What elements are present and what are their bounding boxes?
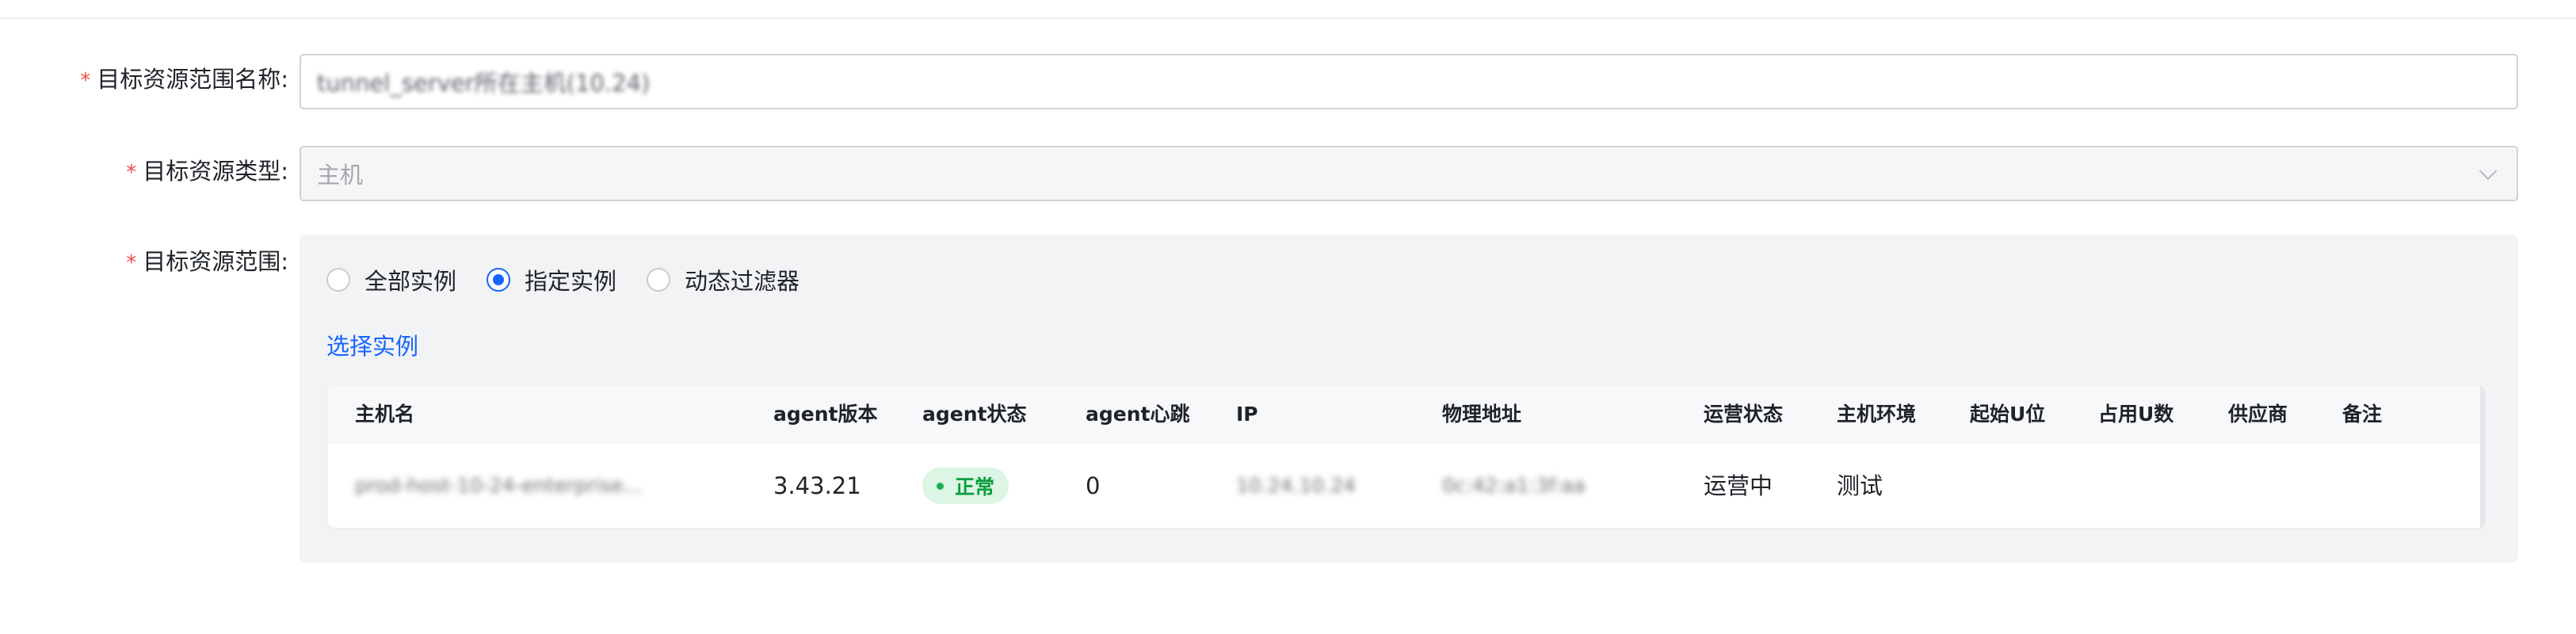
- column-header-agent-heartbeat: agent心跳: [1086, 403, 1190, 426]
- column-header-u-count: 占用U数: [2098, 403, 2174, 426]
- status-badge-text: 正常: [955, 476, 995, 498]
- radio-label: 全部实例: [364, 268, 457, 295]
- top-divider: [0, 17, 2576, 19]
- type-label-text: 目标资源类型:: [143, 158, 288, 185]
- radio-specified-instances[interactable]: 指定实例: [487, 263, 616, 296]
- name-label: * 目标资源范围名称:: [57, 63, 288, 97]
- radio-all-instances[interactable]: 全部实例: [326, 263, 456, 296]
- cell-ip: 10.24.10.24: [1236, 474, 1357, 497]
- radio-circle: [487, 268, 511, 292]
- scope-panel: 全部实例 指定实例 动态过滤器 选择实例 主机名 agent版本 agent状态…: [300, 235, 2518, 563]
- select-instances-link[interactable]: 选择实例: [326, 328, 418, 361]
- required-mark: *: [126, 251, 137, 275]
- column-header-environment: 主机环境: [1837, 403, 1917, 426]
- radio-label: 指定实例: [525, 268, 617, 295]
- scope-radio-group: 全部实例 指定实例 动态过滤器: [326, 263, 830, 296]
- radio-label: 动态过滤器: [685, 268, 800, 295]
- cell-agent-version: 3.43.21: [773, 472, 861, 499]
- column-header-remark: 备注: [2342, 403, 2383, 426]
- cell-ops-status: 运营中: [1704, 472, 1773, 499]
- scope-label: * 目标资源范围:: [57, 246, 288, 279]
- name-label-text: 目标资源范围名称:: [97, 66, 288, 93]
- cell-hostname: prod-host-10-24-enterprise...: [355, 474, 643, 497]
- radio-circle: [647, 268, 671, 292]
- column-header-agent-version: agent版本: [773, 403, 878, 426]
- required-mark: *: [126, 161, 137, 185]
- instances-table: 主机名 agent版本 agent状态 agent心跳 IP 物理地址 运营状态…: [328, 385, 2485, 528]
- status-dot-icon: [937, 482, 944, 490]
- column-header-agent-status: agent状态: [922, 403, 1027, 426]
- table-header: 主机名 agent版本 agent状态 agent心跳 IP 物理地址 运营状态…: [328, 385, 2485, 444]
- column-header-vendor: 供应商: [2228, 403, 2288, 426]
- radio-dynamic-filter[interactable]: 动态过滤器: [647, 263, 800, 296]
- cell-physical-address: 0c:42:a1:3f:aa: [1442, 474, 1586, 497]
- status-badge: 正常: [922, 468, 1009, 504]
- column-header-start-u: 起始U位: [1970, 403, 2046, 426]
- resource-type-select[interactable]: 主机: [300, 146, 2518, 201]
- resource-type-value: 主机: [317, 162, 364, 189]
- type-label: * 目标资源类型:: [57, 155, 288, 189]
- resource-name-value: tunnel_server所在主机(10.24): [317, 70, 651, 97]
- column-header-ip: IP: [1236, 403, 1258, 426]
- cell-environment: 测试: [1837, 472, 1883, 499]
- scope-label-text: 目标资源范围:: [143, 248, 288, 275]
- table-row[interactable]: prod-host-10-24-enterprise... 3.43.21 正常…: [328, 444, 2485, 528]
- resource-name-input[interactable]: tunnel_server所在主机(10.24): [300, 54, 2518, 109]
- column-header-physical-address: 物理地址: [1442, 403, 1522, 426]
- column-header-ops-status: 运营状态: [1704, 403, 1784, 426]
- radio-circle: [326, 268, 350, 292]
- table-scrollbar[interactable]: [2480, 385, 2485, 528]
- column-header-hostname: 主机名: [355, 403, 415, 426]
- chevron-down-icon: [2479, 162, 2498, 181]
- required-mark: *: [80, 69, 91, 93]
- cell-agent-heartbeat: 0: [1086, 472, 1101, 499]
